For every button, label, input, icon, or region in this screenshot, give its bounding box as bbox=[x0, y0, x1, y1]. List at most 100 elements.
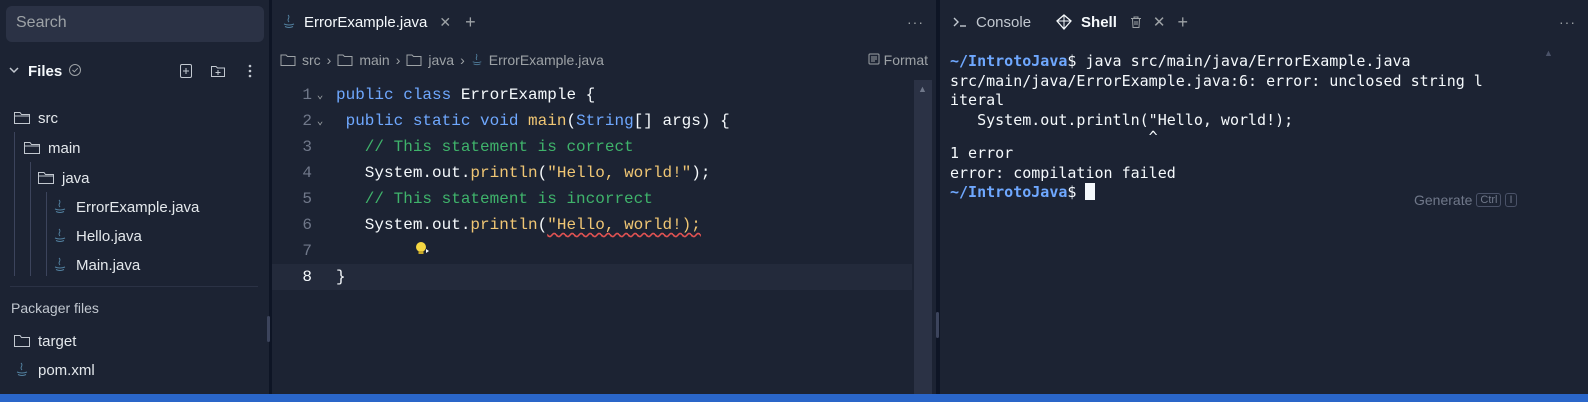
breadcrumb-item[interactable]: main bbox=[337, 52, 390, 68]
tab-errorexample[interactable]: ErrorExample.java ✕ bbox=[272, 0, 461, 44]
trash-icon[interactable] bbox=[1129, 15, 1143, 29]
terminal-cursor bbox=[1085, 183, 1096, 200]
breadcrumb-item[interactable]: ErrorExample.java bbox=[471, 52, 604, 68]
code-text: public static void main(String[] args) { bbox=[328, 112, 730, 130]
resize-handle[interactable] bbox=[936, 312, 939, 338]
tab-console[interactable]: Console bbox=[940, 0, 1043, 44]
shortcut-key: Ctrl bbox=[1476, 193, 1502, 207]
tree-item-errorexample[interactable]: ErrorExample.java bbox=[0, 193, 262, 221]
scroll-up-icon[interactable]: ▲ bbox=[1544, 48, 1553, 58]
terminal-line: 1 error bbox=[950, 144, 1014, 162]
terminal-line: ^ bbox=[950, 128, 1158, 146]
code-text: } bbox=[336, 268, 346, 286]
shortcut-key: I bbox=[1505, 193, 1517, 207]
terminal-line: error: compilation failed bbox=[950, 163, 1176, 182]
code-token: ErrorExample { bbox=[451, 86, 596, 104]
tree-item-hello[interactable]: Hello.java bbox=[0, 222, 262, 250]
add-tab-icon[interactable]: + bbox=[1177, 12, 1188, 33]
more-options-icon[interactable]: ··· bbox=[907, 14, 924, 30]
folder-icon bbox=[280, 53, 296, 67]
code-token: println bbox=[470, 164, 538, 182]
new-folder-icon[interactable] bbox=[208, 61, 228, 81]
terminal-prompt: ~/IntrotoJava bbox=[950, 52, 1068, 70]
tree-item-java[interactable]: java bbox=[0, 164, 262, 192]
breadcrumb: src › main › java › ErrorExample.java bbox=[272, 44, 936, 76]
fold-chevron-icon[interactable]: ⌄ bbox=[312, 88, 328, 102]
error-token: "Hello, world!); bbox=[547, 216, 701, 234]
more-options-icon[interactable]: ··· bbox=[1559, 14, 1576, 30]
chevron-right-icon: › bbox=[460, 52, 465, 68]
close-icon[interactable]: ✕ bbox=[439, 14, 451, 31]
chevron-right-icon: › bbox=[395, 52, 401, 68]
tree-item-target[interactable]: target bbox=[0, 327, 262, 355]
breadcrumb-item[interactable]: java bbox=[406, 52, 454, 68]
code-token: println bbox=[470, 216, 538, 234]
tree-item-label: Hello.java bbox=[76, 227, 142, 245]
code-editor-pane: ErrorExample.java ✕ + ··· src › main › j… bbox=[272, 0, 936, 398]
scroll-up-icon[interactable]: ▲ bbox=[918, 84, 927, 94]
code-token: "Hello, world!" bbox=[547, 164, 692, 182]
code-token: System.out. bbox=[336, 164, 471, 182]
tree-item-label: Main.java bbox=[76, 256, 141, 274]
more-options-icon[interactable] bbox=[240, 61, 260, 81]
code-area[interactable]: 1 ⌄ public class ErrorExample { 2 ⌄ publ… bbox=[272, 80, 912, 398]
tree-item-src[interactable]: src bbox=[0, 104, 262, 132]
chevron-down-icon[interactable] bbox=[8, 64, 22, 79]
search-input[interactable]: Search bbox=[6, 6, 264, 42]
line-number: 7 bbox=[302, 242, 312, 260]
terminal-command: $ java src/main/java/ErrorExample.java bbox=[1067, 52, 1411, 70]
tree-item-main-java[interactable]: Main.java bbox=[0, 251, 262, 279]
generate-label: Generate bbox=[1414, 192, 1473, 208]
code-token: ( bbox=[537, 164, 548, 182]
line-number: 5 bbox=[302, 190, 312, 208]
add-tab-icon[interactable]: + bbox=[465, 12, 476, 33]
terminal-prompt: ~/IntrotoJava bbox=[950, 183, 1068, 201]
tree-item-label: target bbox=[38, 332, 77, 350]
code-text: // This statement is incorrect bbox=[336, 190, 653, 208]
terminal-output[interactable]: ~/IntrotoJava$ java src/main/java/ErrorE… bbox=[950, 52, 1550, 203]
code-token: [] args) { bbox=[633, 112, 730, 130]
shell-icon bbox=[1055, 14, 1073, 30]
new-file-icon[interactable] bbox=[176, 61, 196, 81]
java-file-icon bbox=[471, 53, 483, 67]
terminal-line: ~/IntrotoJava$ java src/main/java/ErrorE… bbox=[950, 52, 1550, 72]
code-text: public class ErrorExample { bbox=[328, 86, 595, 104]
terminal-line: src/main/java/ErrorExample.java:6: error… bbox=[950, 71, 1483, 90]
code-token: ( bbox=[566, 112, 577, 130]
code-line: 2 ⌄ public static void main(String[] arg… bbox=[272, 108, 912, 134]
tab-shell[interactable]: Shell ✕ bbox=[1043, 0, 1177, 44]
line-number: 1 bbox=[302, 86, 312, 104]
folder-icon bbox=[406, 53, 422, 67]
tree-item-label: java bbox=[62, 169, 90, 187]
tab-label: Shell bbox=[1081, 13, 1117, 31]
breadcrumb-label: src bbox=[302, 52, 321, 68]
editor-scrollbar[interactable] bbox=[914, 80, 932, 398]
folder-icon bbox=[36, 168, 56, 188]
close-icon[interactable]: ✕ bbox=[1153, 13, 1166, 31]
folder-icon bbox=[12, 108, 32, 128]
tree-item-pom[interactable]: pom.xml bbox=[0, 356, 262, 384]
tree-item-main[interactable]: main bbox=[0, 134, 262, 162]
file-sidebar: Search Files src main java ErrorExample.… bbox=[0, 0, 270, 398]
packager-files-title: Packager files bbox=[11, 300, 99, 316]
java-file-icon bbox=[12, 360, 32, 380]
breadcrumb-item[interactable]: src bbox=[280, 52, 321, 68]
java-file-icon bbox=[282, 14, 296, 30]
generate-button[interactable]: Generate Ctrl I bbox=[1414, 192, 1517, 208]
code-line-current: 8 } bbox=[272, 264, 912, 290]
fold-chevron-icon[interactable]: ⌄ bbox=[312, 114, 328, 128]
code-line: 3 // This statement is correct bbox=[272, 134, 912, 160]
java-file-icon bbox=[50, 255, 70, 275]
line-number: 8 bbox=[302, 268, 312, 286]
folder-icon bbox=[22, 138, 42, 158]
code-line: 4 System.out.println("Hello, world!"); bbox=[272, 160, 912, 186]
format-label: Format bbox=[883, 52, 928, 68]
line-number: 2 bbox=[302, 112, 312, 130]
terminal-prompt-icon bbox=[952, 15, 968, 29]
code-token: ( bbox=[537, 216, 548, 234]
tab-label: ErrorExample.java bbox=[304, 13, 428, 31]
line-number: 4 bbox=[302, 164, 312, 182]
resize-handle[interactable] bbox=[267, 316, 270, 342]
tree-item-label: ErrorExample.java bbox=[76, 198, 200, 216]
format-button[interactable]: Format bbox=[868, 52, 928, 68]
